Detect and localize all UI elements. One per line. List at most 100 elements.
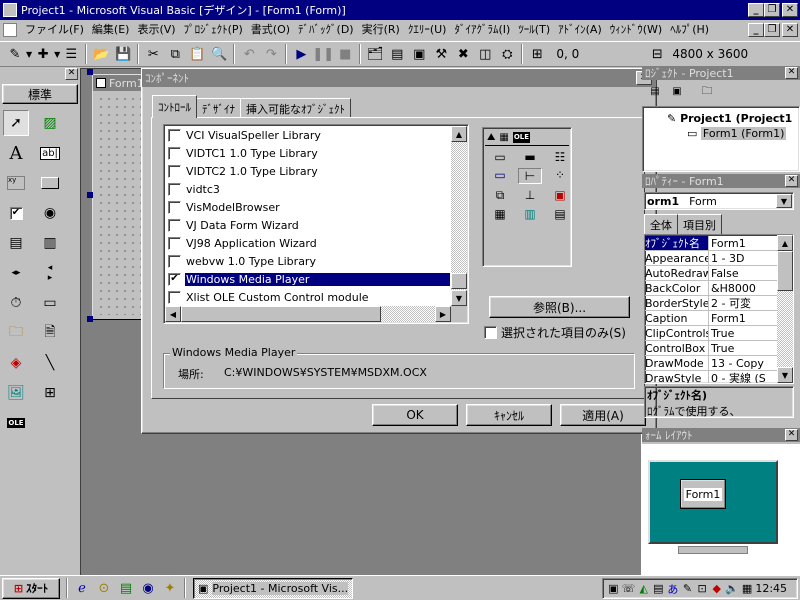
combobox-tool-icon[interactable]: ▤: [3, 230, 29, 256]
hscroll-thumb[interactable]: [181, 306, 381, 322]
menu-item[interactable]: ﾍﾙﾌﾟ(H): [666, 20, 713, 40]
line-tool-icon[interactable]: ╲: [37, 350, 63, 376]
tab-controls[interactable]: ｺﾝﾄﾛｰﾙ: [152, 95, 197, 118]
list-item[interactable]: VJ Data Form Wizard: [166, 216, 450, 234]
component-checkbox[interactable]: [168, 146, 181, 160]
outlook-express-icon[interactable]: ⊙: [93, 577, 115, 599]
stop-icon[interactable]: ■: [334, 43, 356, 65]
data-tool-icon[interactable]: ⊞: [37, 380, 63, 406]
form-layout-close-button[interactable]: ✕: [785, 429, 798, 441]
menu-item[interactable]: ﾂｰﾙ(T): [514, 20, 554, 40]
property-row[interactable]: AutoRedraw False: [645, 266, 779, 281]
form-layout-icon[interactable]: ▣: [408, 43, 430, 65]
toggle-folders-icon[interactable]: 🗀: [698, 83, 716, 99]
channels-icon[interactable]: ◉: [137, 577, 159, 599]
property-row[interactable]: Caption Form1: [645, 311, 779, 326]
view-code-icon[interactable]: ▤: [646, 83, 664, 99]
show-desktop-icon[interactable]: ▤: [115, 577, 137, 599]
paste-icon[interactable]: 📋: [186, 43, 208, 65]
tab-categorized[interactable]: 項目別: [677, 214, 722, 234]
child-minimize-button[interactable]: _: [748, 23, 764, 37]
add-form-icon[interactable]: ✚: [32, 43, 54, 65]
drivelistbox-tool-icon[interactable]: ▭: [37, 290, 63, 316]
tray-scheduler-icon[interactable]: ▦: [741, 582, 754, 596]
cancel-button[interactable]: ｷｬﾝｾﾙ: [466, 404, 552, 426]
find-icon[interactable]: 🔍: [208, 43, 230, 65]
list-item[interactable]: VJ98 Application Wizard: [166, 234, 450, 252]
prop-scroll-thumb[interactable]: [777, 251, 793, 291]
property-row[interactable]: BackColor &H8000: [645, 281, 779, 296]
internet-explorer-icon[interactable]: ℯ: [71, 577, 93, 599]
component-checkbox[interactable]: [168, 182, 181, 196]
object-browser-icon[interactable]: ⚒: [430, 43, 452, 65]
menu-item[interactable]: ｸｴﾘｰ(U): [404, 20, 451, 40]
list-item[interactable]: VCI VisualSpeller Library: [166, 126, 450, 144]
list-item[interactable]: ✔ Windows Media Player: [166, 270, 450, 288]
apply-button[interactable]: 適用(A): [560, 404, 646, 426]
close-button[interactable]: ✕: [782, 3, 798, 17]
scroll-down-button[interactable]: ▼: [451, 290, 467, 306]
hscrollbar-tool-icon[interactable]: ◂▸: [3, 260, 29, 286]
tray-monitor-icon[interactable]: ▣: [607, 582, 620, 596]
menu-item[interactable]: ﾌﾟﾛｼﾞｪｸﾄ(P): [180, 20, 247, 40]
tab-designers[interactable]: ﾃﾞｻﾞｲﾅ: [196, 98, 241, 118]
prop-scroll-up[interactable]: ▲: [777, 235, 793, 251]
optionbutton-tool-icon[interactable]: ◉: [37, 200, 63, 226]
redo-icon[interactable]: ↷: [260, 43, 282, 65]
tray-volume-icon[interactable]: 🔈: [725, 582, 739, 596]
list-item[interactable]: webvw 1.0 Type Library: [166, 252, 450, 270]
menu-item[interactable]: ｱﾄﾞｲﾝ(A): [554, 20, 606, 40]
component-list[interactable]: VCI VisualSpeller Library VIDTC1 1.0 Type…: [163, 124, 469, 324]
property-row[interactable]: ClipControls True: [645, 326, 779, 341]
property-row[interactable]: DrawStyle 0 - 実線 (S: [645, 371, 779, 383]
scroll-thumb[interactable]: [451, 273, 467, 289]
listbox-tool-icon[interactable]: ▥: [37, 230, 63, 256]
list-item[interactable]: VIDTC1 1.0 Type Library: [166, 144, 450, 162]
component-checkbox[interactable]: [168, 236, 181, 250]
timer-tool-icon[interactable]: ⏱: [3, 290, 29, 316]
commandbutton-tool-icon[interactable]: [37, 170, 63, 196]
selected-only-checkbox[interactable]: 選択された項目のみ(S): [484, 324, 626, 341]
vscrollbar-tool-icon[interactable]: ◂▸: [37, 260, 63, 286]
prop-scroll-down[interactable]: ▼: [777, 367, 793, 383]
component-manager-icon[interactable]: ⛭: [496, 43, 518, 65]
selection-handle[interactable]: [87, 316, 93, 322]
list-item[interactable]: Xlist OLE Custom Control module: [166, 288, 450, 306]
quick-launch-icon[interactable]: ✦: [159, 577, 181, 599]
menu-item[interactable]: ファイル(F): [21, 20, 88, 40]
tray-network-icon[interactable]: ⊡: [696, 582, 709, 596]
component-checkbox[interactable]: ✔: [168, 272, 181, 286]
toolbox-close-button[interactable]: ✕: [65, 68, 78, 80]
tray-phone-icon[interactable]: ☏: [622, 582, 636, 596]
property-row[interactable]: BorderStyle 2 - 可変: [645, 296, 779, 311]
filelistbox-tool-icon[interactable]: 🗎: [37, 320, 63, 346]
scroll-up-button[interactable]: ▲: [451, 126, 467, 142]
component-checkbox[interactable]: [168, 200, 181, 214]
project-explorer-icon[interactable]: 🗂: [364, 43, 386, 65]
layout-form-preview[interactable]: Form1: [680, 479, 726, 509]
menu-item[interactable]: 書式(O): [247, 20, 294, 40]
menu-item[interactable]: ﾀﾞｲｱｸﾞﾗﾑ(I): [450, 20, 514, 40]
list-item[interactable]: VIDTC2 1.0 Type Library: [166, 162, 450, 180]
taskbar-project1-button[interactable]: ▣ Project1 - Microsoft Vis...: [193, 577, 353, 599]
scroll-right-button[interactable]: ▶: [435, 306, 451, 322]
browse-button[interactable]: 参照(B)...: [489, 296, 630, 318]
selection-handle[interactable]: [87, 192, 93, 198]
tab-insertable-objects[interactable]: 挿入可能なｵﾌﾞｼﾞｪｸﾄ: [240, 98, 351, 118]
project-tree[interactable]: ✎ Project1 (Project1 ▭ Form1 (Form1): [642, 106, 800, 172]
project-root-node[interactable]: ✎ Project1 (Project1: [667, 112, 792, 125]
textbox-tool-icon[interactable]: ab|: [37, 140, 63, 166]
undo-icon[interactable]: ↶: [238, 43, 260, 65]
list-item[interactable]: vidtc3: [166, 180, 450, 198]
menu-item[interactable]: ﾃﾞﾊﾞｯｸﾞ(D): [294, 20, 358, 40]
save-icon[interactable]: 💾: [112, 43, 134, 65]
properties-window-icon[interactable]: ▤: [386, 43, 408, 65]
toolbox-icon[interactable]: ✖: [452, 43, 474, 65]
minimize-button[interactable]: _: [748, 3, 764, 17]
pointer-icon[interactable]: ➚: [3, 110, 29, 136]
shape-tool-icon[interactable]: ◈: [3, 350, 29, 376]
tray-task-icon[interactable]: ▤: [652, 582, 665, 596]
list-vscrollbar[interactable]: ▲ ▼: [451, 126, 467, 306]
object-dropdown-button[interactable]: ▼: [776, 194, 792, 208]
frame-tool-icon[interactable]: xy: [3, 170, 29, 196]
